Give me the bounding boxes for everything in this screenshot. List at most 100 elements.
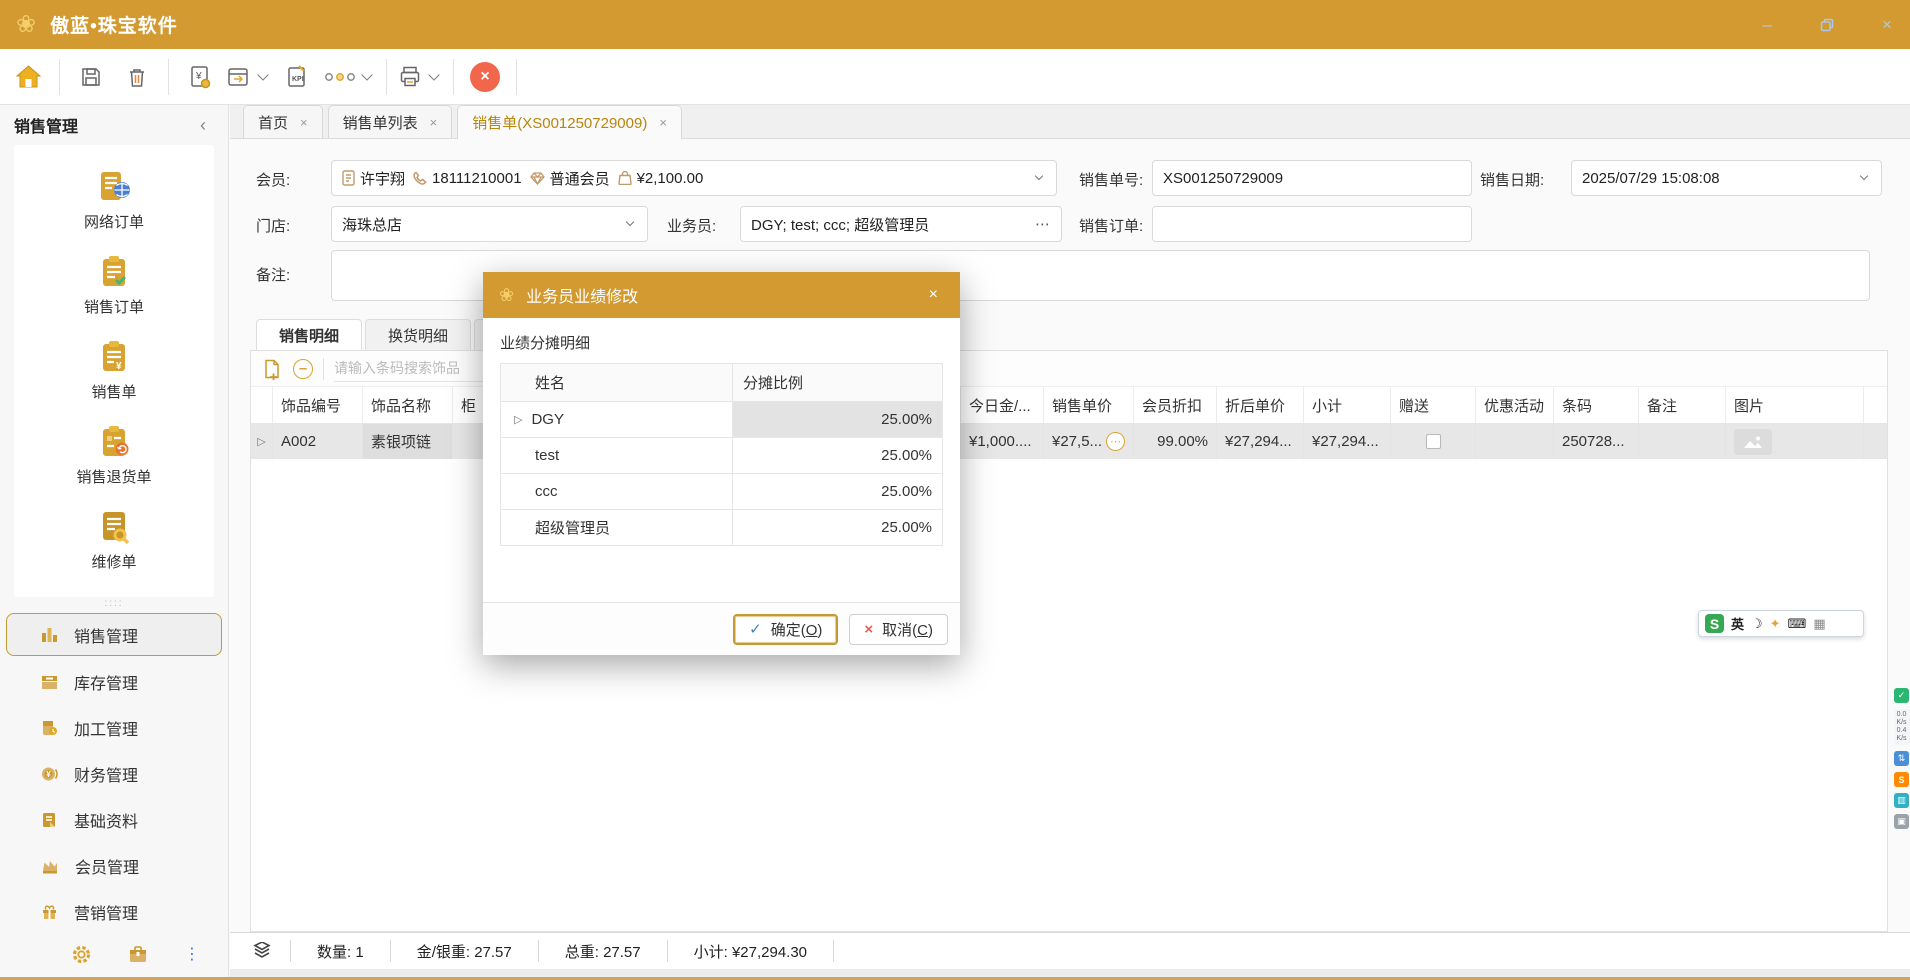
detail-tab-sales[interactable]: 销售明细 bbox=[256, 319, 362, 350]
order-no-input[interactable] bbox=[1163, 170, 1461, 187]
sidebar-splitter-handle[interactable]: :::: bbox=[0, 597, 228, 613]
keyboard-icon[interactable]: ⌨ bbox=[1788, 616, 1807, 632]
stock-out-button[interactable] bbox=[226, 56, 271, 98]
print-button[interactable] bbox=[398, 56, 442, 98]
home-button[interactable] bbox=[8, 56, 48, 98]
header-promotion[interactable]: 优惠活动 bbox=[1476, 387, 1554, 423]
chevron-down-icon[interactable] bbox=[1035, 172, 1043, 180]
chart-widget-icon[interactable]: ▥ bbox=[1894, 793, 1909, 808]
cell-barcode[interactable]: 250728... bbox=[1554, 424, 1639, 459]
sidebar-item-processing-management[interactable]: 加工管理 bbox=[6, 705, 222, 751]
header-name[interactable]: 姓名 bbox=[501, 364, 733, 401]
cell-gift[interactable] bbox=[1391, 424, 1476, 459]
ok-button[interactable]: ✓ 确定(O) bbox=[733, 614, 838, 645]
sidebar-item-sales-management[interactable]: 销售管理 bbox=[6, 613, 222, 656]
header-picture[interactable]: 图片 bbox=[1726, 387, 1864, 423]
cell-picture[interactable] bbox=[1726, 424, 1864, 459]
cell-item-code[interactable]: A002 bbox=[273, 424, 363, 459]
sidebar-more-menu[interactable]: ⋮ bbox=[184, 944, 200, 964]
delete-button[interactable] bbox=[117, 56, 157, 98]
cell-subtotal[interactable]: ¥27,294... bbox=[1304, 424, 1391, 459]
tab-home[interactable]: 首页 × bbox=[243, 105, 323, 138]
sidebar-shortcut-sales-order[interactable]: 销售订单 bbox=[14, 255, 214, 317]
screenshot-camera-icon[interactable]: ▣ bbox=[1894, 814, 1909, 829]
cell-sale-price[interactable]: ¥27,5... ⋯ bbox=[1044, 424, 1134, 459]
tab-sales-slip-active[interactable]: 销售单(XS001250729009) × bbox=[457, 105, 682, 139]
header-member-discount[interactable]: 会员折扣 bbox=[1134, 387, 1217, 423]
cell-discounted-price[interactable]: ¥27,294... bbox=[1217, 424, 1304, 459]
header-item-name[interactable]: 饰品名称 bbox=[363, 387, 453, 423]
header-sale-price[interactable]: 销售单价 bbox=[1044, 387, 1134, 423]
dialog-close-button[interactable]: × bbox=[923, 284, 944, 306]
remove-item-icon[interactable]: – bbox=[293, 359, 313, 379]
cell-member-discount[interactable]: 99.00% bbox=[1134, 424, 1217, 459]
salesman-more-button[interactable]: ⋯ bbox=[1035, 215, 1051, 233]
window-close-button[interactable]: × bbox=[1872, 10, 1902, 40]
cell-promotion[interactable] bbox=[1476, 424, 1554, 459]
cancel-button[interactable]: × 取消(C) bbox=[849, 614, 948, 645]
tab-sales-list[interactable]: 销售单列表 × bbox=[328, 105, 453, 138]
close-document-button[interactable]: × bbox=[465, 56, 505, 98]
tab-close-icon[interactable]: × bbox=[659, 115, 667, 130]
allocation-row[interactable]: 超级管理员 25.00% bbox=[501, 510, 942, 546]
ime-toolbar[interactable]: S 英 ☽ ✦ ⌨ ▦ bbox=[1698, 610, 1864, 637]
header-remark[interactable]: 备注 bbox=[1639, 387, 1726, 423]
sidebar-collapse-button[interactable]: ‹ bbox=[192, 115, 214, 136]
dialog-titlebar[interactable]: ❀ 业务员业绩修改 × bbox=[483, 272, 960, 318]
date-picker[interactable]: 2025/07/29 15:08:08 bbox=[1571, 160, 1882, 196]
sidebar-item-finance-management[interactable]: ¥ 财务管理 bbox=[6, 751, 222, 797]
sidebar-item-inventory-management[interactable]: 库存管理 bbox=[6, 659, 222, 705]
sidebar-shortcut-web-order[interactable]: 网络订单 bbox=[14, 170, 214, 232]
tab-close-icon[interactable]: × bbox=[430, 115, 438, 130]
ime-mode-toggle[interactable]: 英 bbox=[1731, 614, 1744, 633]
expander-icon[interactable]: ▷ bbox=[514, 413, 522, 426]
chevron-down-icon[interactable] bbox=[626, 218, 634, 226]
sales-order-field[interactable] bbox=[1152, 206, 1472, 242]
sales-order-input[interactable] bbox=[1163, 216, 1461, 233]
more-actions-button[interactable] bbox=[323, 56, 375, 98]
skin-icon[interactable]: ✦ bbox=[1770, 616, 1781, 632]
sidebar-shortcut-sales-slip[interactable]: ¥ 销售单 bbox=[14, 340, 214, 402]
tab-close-icon[interactable]: × bbox=[300, 115, 308, 130]
store-combobox[interactable]: 海珠总店 bbox=[331, 206, 648, 242]
allocation-ratio-cell[interactable]: 25.00% bbox=[733, 474, 942, 509]
detail-tab-exchange[interactable]: 换货明细 bbox=[365, 319, 471, 350]
chevron-down-icon[interactable] bbox=[1860, 172, 1868, 180]
salesman-field[interactable]: DGY; test; ccc; 超级管理员 ⋯ bbox=[740, 206, 1062, 242]
payment-document-button[interactable]: ¥ bbox=[180, 56, 220, 98]
header-today-gold[interactable]: 今日金/... bbox=[961, 387, 1044, 423]
header-ratio[interactable]: 分摊比例 bbox=[733, 364, 942, 401]
cell-today-gold[interactable]: ¥1,000.... bbox=[961, 424, 1044, 459]
member-combobox[interactable]: 许宇翔 18111210001 普通会员 ¥2,100.00 bbox=[331, 160, 1057, 196]
save-button[interactable] bbox=[71, 56, 111, 98]
net-speed-monitor[interactable]: 0.0 K/s 0.4 K/s bbox=[1894, 709, 1910, 745]
header-gift[interactable]: 赠送 bbox=[1391, 387, 1476, 423]
cell-remark[interactable] bbox=[1639, 424, 1726, 459]
allocation-ratio-cell[interactable]: 25.00% bbox=[733, 510, 942, 545]
order-no-field[interactable] bbox=[1152, 160, 1472, 196]
sidebar-shortcut-sales-return[interactable]: 销售退货单 bbox=[14, 425, 214, 487]
gift-checkbox[interactable] bbox=[1426, 434, 1441, 449]
price-ellipsis-button[interactable]: ⋯ bbox=[1106, 432, 1125, 451]
sidebar-item-member-management[interactable]: 会员管理 bbox=[6, 843, 222, 889]
sidebar-item-marketing-management[interactable]: 营销管理 bbox=[6, 889, 222, 935]
toolbox-icon[interactable] bbox=[128, 945, 148, 964]
cell-item-name[interactable]: 素银项链 bbox=[363, 424, 453, 459]
sidebar-item-basic-data[interactable]: 基础资料 bbox=[6, 797, 222, 843]
row-expander[interactable]: ▷ bbox=[251, 424, 273, 459]
settings-gear-icon[interactable] bbox=[71, 944, 92, 965]
window-minimize-button[interactable]: – bbox=[1752, 10, 1782, 40]
sogou-logo-icon[interactable]: S bbox=[1705, 614, 1724, 633]
allocation-row[interactable]: ccc 25.00% bbox=[501, 474, 942, 510]
allocation-ratio-cell[interactable]: 25.00% bbox=[733, 438, 942, 473]
kpi-button[interactable]: KPI bbox=[277, 56, 317, 98]
add-item-icon[interactable] bbox=[261, 358, 283, 380]
header-barcode[interactable]: 条码 bbox=[1554, 387, 1639, 423]
header-item-code[interactable]: 饰品编号 bbox=[273, 387, 363, 423]
layers-icon[interactable] bbox=[252, 942, 272, 960]
allocation-ratio-cell[interactable]: 25.00% bbox=[733, 402, 942, 437]
sogou-tray-icon[interactable]: S bbox=[1894, 772, 1909, 787]
allocation-row[interactable]: test 25.00% bbox=[501, 438, 942, 474]
safety-check-icon[interactable]: ✓ bbox=[1894, 688, 1909, 703]
sidebar-shortcut-repair-order[interactable]: 维修单 bbox=[14, 510, 214, 572]
